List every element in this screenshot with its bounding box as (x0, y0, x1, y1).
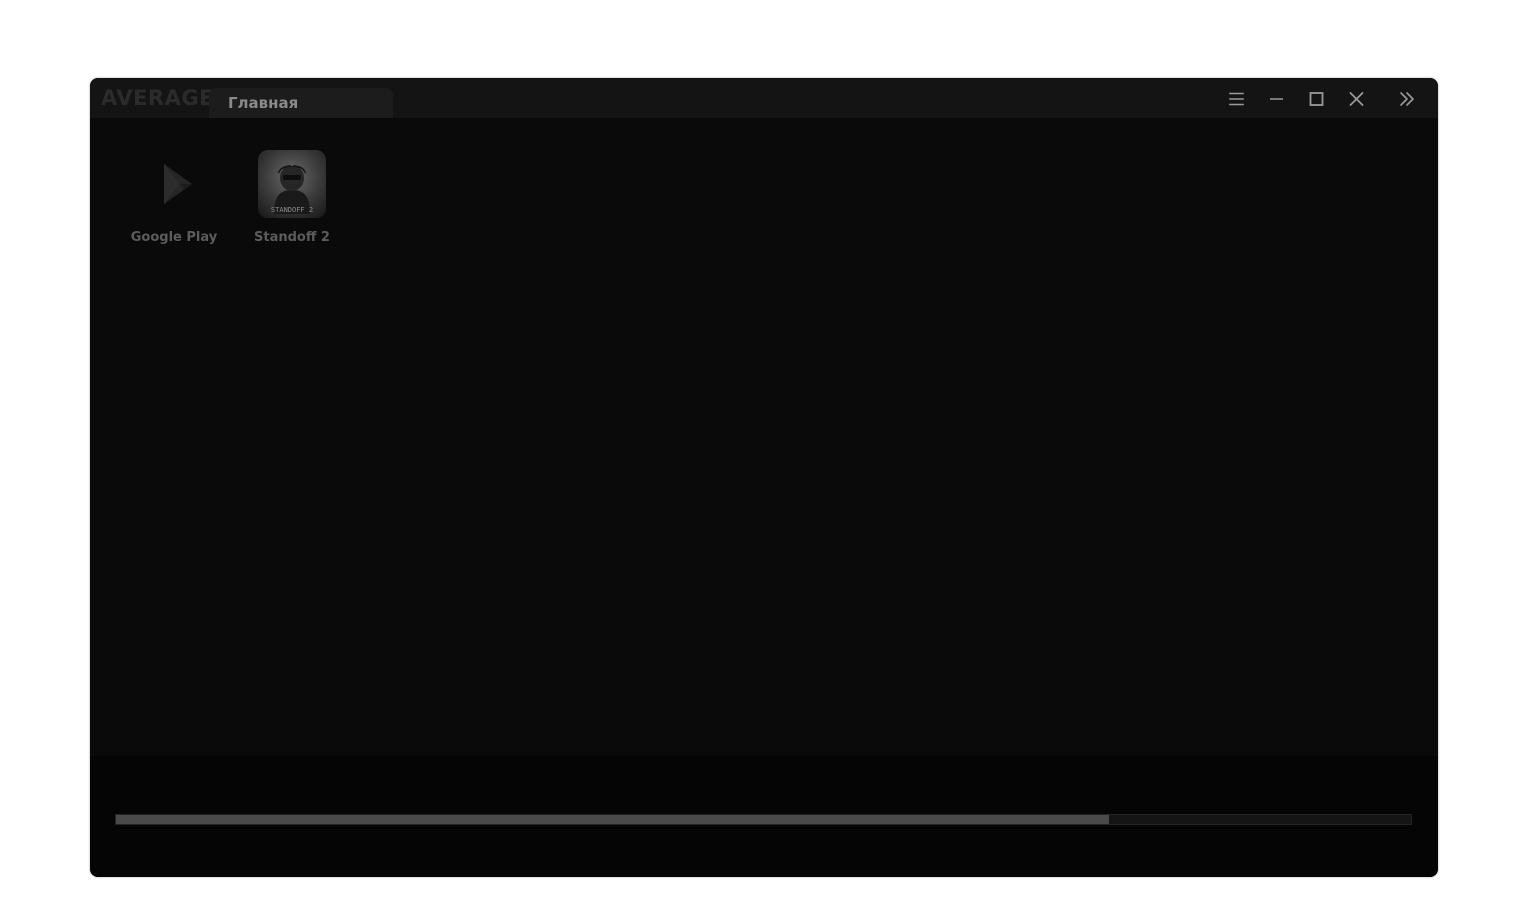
app-grid: Google Play STANDOFF 2 Standoff 2 (90, 118, 1438, 756)
hamburger-menu-icon (1223, 86, 1249, 112)
tab-home[interactable]: Главная (209, 88, 393, 118)
progress-bar (115, 814, 1412, 825)
close-icon (1343, 86, 1369, 112)
google-play-icon (140, 150, 208, 218)
minimize-button[interactable] (1263, 86, 1289, 112)
menu-button[interactable] (1223, 86, 1249, 112)
double-chevron-right-icon (1393, 86, 1419, 112)
close-button[interactable] (1343, 86, 1369, 112)
minimize-icon (1263, 86, 1289, 112)
progress-fill (116, 815, 1110, 824)
standoff-2-icon: STANDOFF 2 (258, 150, 326, 218)
maximize-icon (1303, 86, 1329, 112)
title-bar[interactable]: AVERAGE Главная (90, 78, 1438, 118)
maximize-button[interactable] (1303, 86, 1329, 112)
expand-panel-button[interactable] (1393, 86, 1419, 112)
app-google-play[interactable]: Google Play (124, 148, 224, 258)
app-standoff-2[interactable]: STANDOFF 2 Standoff 2 (242, 148, 342, 258)
standoff-2-icon-text: STANDOFF 2 (270, 206, 314, 214)
app-logo: AVERAGE (101, 86, 214, 110)
app-label: Standoff 2 (254, 230, 330, 245)
app-window: AVERAGE Главная Google Play STANDOFF 2 S… (90, 78, 1438, 877)
